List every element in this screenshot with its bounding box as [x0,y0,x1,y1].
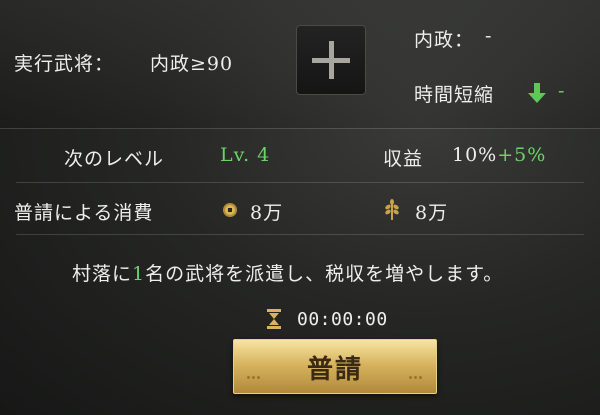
time-reduction-label: 時間短縮 [414,84,495,106]
domestic-label: 内政： [414,29,475,51]
next-level-label: 次のレベル [64,148,165,170]
gold-cost-value: 8万 [250,202,284,224]
domestic-value: - [485,25,493,47]
description-count: 1 [132,263,146,285]
row-divider-2 [16,234,584,235]
income-bonus: +5% [497,144,547,166]
construct-button-label: 普請 [306,355,363,385]
income-base: 10% [452,144,498,166]
description: 村落に1名の武将を派遣し、税収を増やします。 [72,263,504,285]
add-general-button[interactable] [296,25,366,95]
next-level-value: Lv. 4 [220,144,271,166]
cost-label: 普請による消費 [14,202,154,224]
timer-value: 00:00:00 [297,309,388,330]
hourglass-icon [267,309,281,329]
construct-button[interactable]: 普請 [233,339,437,394]
header-divider [0,128,600,129]
wheat-icon [385,199,399,220]
coin-icon [223,203,237,217]
time-reduction-value: - [558,80,566,102]
income-label: 収益 [383,148,424,170]
arrow-down-icon [528,83,546,103]
executor-label: 実行武将： [14,53,115,75]
income-value: 10%+5% [452,144,546,166]
food-cost-value: 8万 [415,202,449,224]
executor-requirement: 内政≥90 [150,53,234,75]
row-divider [16,182,584,183]
